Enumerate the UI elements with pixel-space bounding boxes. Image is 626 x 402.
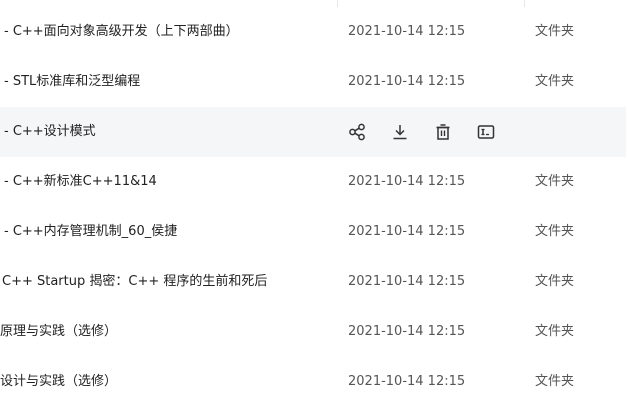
file-name[interactable]: - C++新标准C++11&14 <box>4 157 157 207</box>
file-name[interactable]: - C++面向对象高级开发（上下两部曲） <box>4 7 239 57</box>
file-modified-date: 2021-10-14 12:15 <box>348 74 466 89</box>
file-type: 文件夹 <box>535 174 575 189</box>
download-icon <box>393 125 407 140</box>
file-type: 文件夹 <box>535 24 575 39</box>
file-name[interactable]: 原理与实践（选修） <box>0 307 117 357</box>
delete-icon <box>436 124 450 140</box>
row-hover-actions <box>348 107 520 157</box>
file-modified-date: 2021-10-14 12:15 <box>348 324 466 339</box>
file-type: 文件夹 <box>535 374 575 389</box>
share-button[interactable] <box>348 123 366 141</box>
file-type: 文件夹 <box>535 74 575 89</box>
file-name[interactable]: - C++设计模式 <box>4 107 96 157</box>
file-list-viewport: - C++面向对象高级开发（上下两部曲） 2021-10-14 12:15 文件… <box>0 0 626 402</box>
file-name[interactable]: - STL标准库和泛型编程 <box>4 57 140 107</box>
delete-button[interactable] <box>434 123 452 141</box>
column-divider <box>337 0 338 7</box>
download-button[interactable] <box>391 123 409 141</box>
file-type: 文件夹 <box>535 324 575 339</box>
file-modified-date: 2021-10-14 12:15 <box>348 374 466 389</box>
file-type: 文件夹 <box>535 274 575 289</box>
file-modified-date: 2021-10-14 12:15 <box>348 224 466 239</box>
file-row[interactable]: - C++面向对象高级开发（上下两部曲） 2021-10-14 12:15 文件… <box>0 7 626 57</box>
column-divider <box>524 0 525 7</box>
file-row[interactable]: 原理与实践（选修） 2021-10-14 12:15 文件夹 <box>0 307 626 357</box>
file-modified-date: 2021-10-14 12:15 <box>348 274 466 289</box>
file-row[interactable]: - C++新标准C++11&14 2021-10-14 12:15 文件夹 <box>0 157 626 207</box>
rename-icon <box>477 125 495 139</box>
file-row[interactable]: - STL标准库和泛型编程 2021-10-14 12:15 文件夹 <box>0 57 626 107</box>
file-row-hovered[interactable]: - C++设计模式 <box>0 107 626 157</box>
file-list: - C++面向对象高级开发（上下两部曲） 2021-10-14 12:15 文件… <box>0 7 626 402</box>
rename-button[interactable] <box>477 123 495 141</box>
file-type: 文件夹 <box>535 224 575 239</box>
file-modified-date: 2021-10-14 12:15 <box>348 24 466 39</box>
file-name[interactable]: C++ Startup 揭密：C++ 程序的生前和死后 <box>2 257 267 307</box>
file-name[interactable]: 设计与实践（选修） <box>0 357 117 402</box>
file-row[interactable]: 设计与实践（选修） 2021-10-14 12:15 文件夹 <box>0 357 626 402</box>
share-icon <box>349 123 365 141</box>
file-row[interactable]: - C++内存管理机制_60_侯捷 2021-10-14 12:15 文件夹 <box>0 207 626 257</box>
file-modified-date: 2021-10-14 12:15 <box>348 174 466 189</box>
file-row[interactable]: C++ Startup 揭密：C++ 程序的生前和死后 2021-10-14 1… <box>0 257 626 307</box>
file-name[interactable]: - C++内存管理机制_60_侯捷 <box>4 207 177 257</box>
